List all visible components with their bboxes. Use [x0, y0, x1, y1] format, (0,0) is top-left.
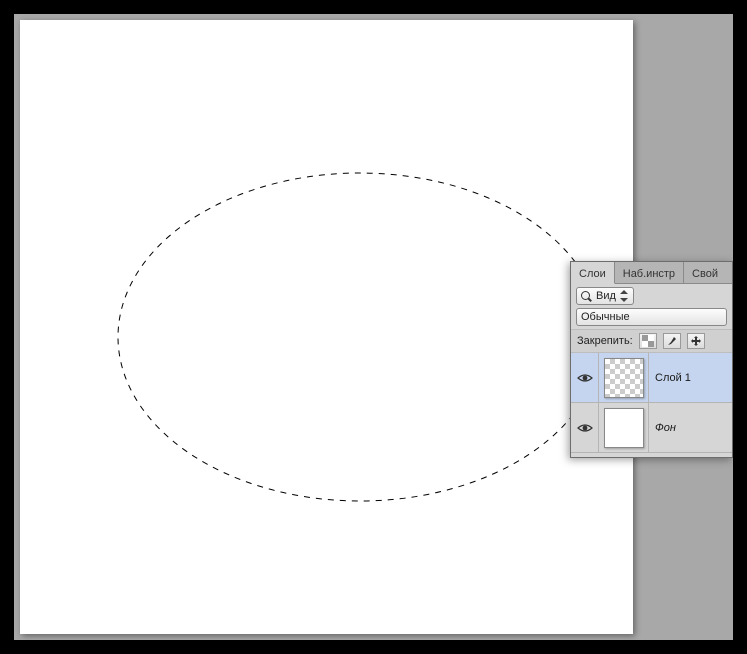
layer-row[interactable]: Фон	[571, 403, 732, 453]
lock-transparent-button[interactable]	[639, 333, 657, 349]
tab-layers[interactable]: Слои	[571, 262, 615, 284]
panel-footer	[571, 453, 732, 457]
layer-visibility-toggle[interactable]	[571, 353, 599, 402]
lock-position-button[interactable]	[687, 333, 705, 349]
search-icon	[581, 291, 592, 302]
layer-name[interactable]: Слой 1	[649, 372, 691, 384]
panel-tabs: Слои Наб.инстр Свой	[571, 262, 732, 284]
tab-channels[interactable]: Наб.инстр	[615, 262, 684, 283]
blend-mode-label: Обычные	[581, 311, 630, 323]
layer-visibility-toggle[interactable]	[571, 403, 599, 452]
filter-row: Вид	[571, 284, 732, 308]
layer-thumbnail[interactable]	[599, 403, 649, 453]
eye-icon	[577, 372, 593, 384]
elliptical-selection	[115, 170, 605, 505]
transparent-thumbnail	[604, 358, 644, 398]
workspace: Слои Наб.инстр Свой Вид Обычные Закрепит…	[14, 14, 733, 640]
layer-row[interactable]: Слой 1	[571, 353, 732, 403]
layer-thumbnail[interactable]	[599, 353, 649, 403]
tab-paths[interactable]: Свой	[684, 262, 726, 283]
canvas[interactable]	[20, 20, 633, 634]
eye-icon	[577, 422, 593, 434]
lock-pixels-button[interactable]	[663, 333, 681, 349]
lock-label: Закрепить:	[577, 335, 633, 347]
blend-row: Обычные	[571, 308, 732, 329]
brush-icon	[666, 335, 678, 347]
layer-filter-label: Вид	[596, 290, 616, 302]
updown-icon	[620, 290, 629, 302]
lock-row: Закрепить:	[571, 329, 732, 353]
layer-filter-dropdown[interactable]: Вид	[576, 287, 634, 305]
move-icon	[690, 335, 702, 347]
white-thumbnail	[604, 408, 644, 448]
layer-name[interactable]: Фон	[649, 422, 676, 434]
layers-panel: Слои Наб.инстр Свой Вид Обычные Закрепит…	[570, 261, 733, 458]
checker-icon	[642, 335, 654, 347]
blend-mode-dropdown[interactable]: Обычные	[576, 308, 727, 326]
